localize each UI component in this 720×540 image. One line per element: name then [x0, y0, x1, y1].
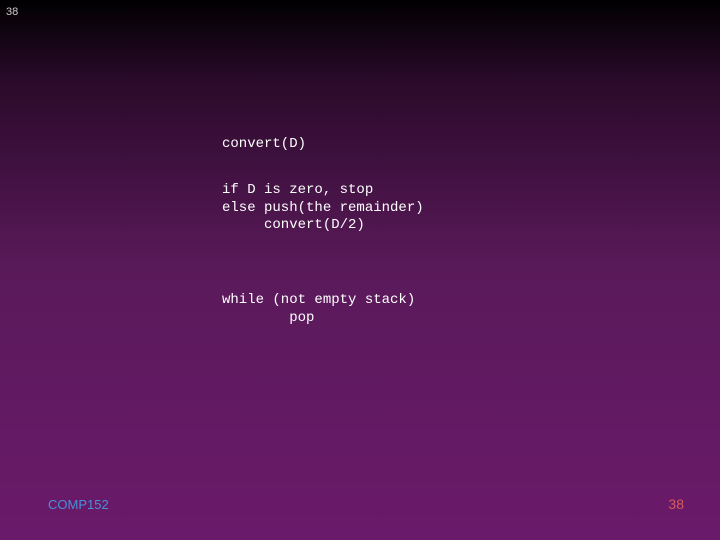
- code-line-convert-recurse: convert(D/2): [222, 217, 365, 233]
- code-line-convert: convert(D): [222, 136, 306, 154]
- code-line-else: else push(the remainder): [222, 200, 424, 216]
- slide: 38 convert(D) if D is zero, stop else pu…: [0, 0, 720, 540]
- footer-page-number: 38: [668, 496, 684, 512]
- slide-top-number: 38: [6, 6, 18, 18]
- code-line-pop: pop: [222, 310, 314, 326]
- code-block-while: while (not empty stack) pop: [222, 292, 415, 327]
- code-line-if: if D is zero, stop: [222, 182, 373, 198]
- code-block-if-else: if D is zero, stop else push(the remaind…: [222, 182, 424, 235]
- code-line-while: while (not empty stack): [222, 292, 415, 308]
- footer-course-label: COMP152: [48, 497, 109, 512]
